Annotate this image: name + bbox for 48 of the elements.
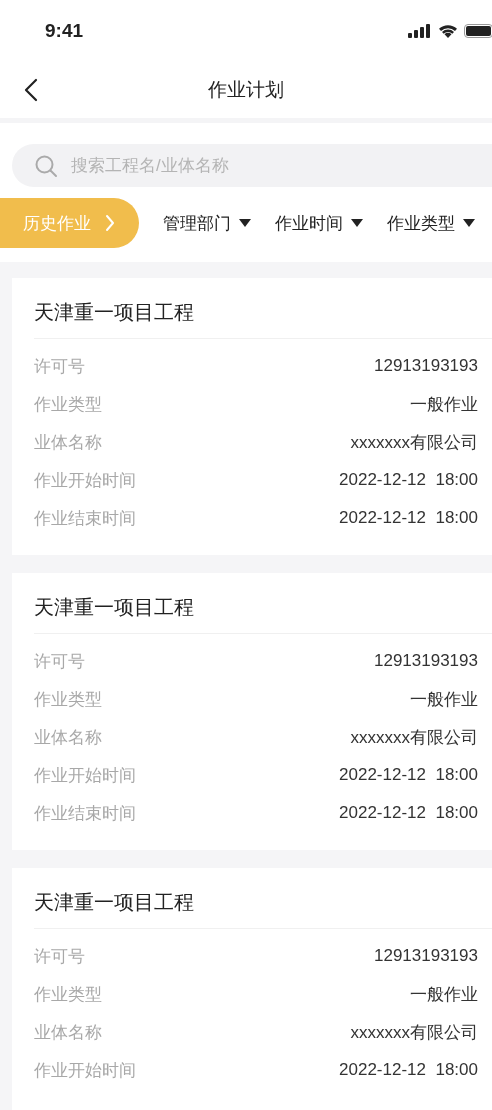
- filter-dropdown[interactable]: 管理部门: [163, 211, 251, 235]
- field-value: 一般作业: [410, 393, 478, 416]
- field-value: 2022-12-12 18:00: [339, 1060, 478, 1080]
- record-card[interactable]: 天津重一项目工程 许可号 12913193193 作业类型 一般作业 业体名称 xxxxxxx有限公司 作业开始时间 2022-12-12 18:00 作业结束时间 2022-12-12 18:00: [12, 278, 492, 555]
- field-label: 作业开始时间: [34, 469, 136, 492]
- record-card[interactable]: 天津重一项目工程 许可号 12913193193 作业类型 一般作业 业体名称 xxxxxxx有限公司 作业开始时间 2022-12-12 18:00 作业结束时间 2022-12-12 18:00: [12, 573, 492, 850]
- card-title: 天津重一项目工程: [34, 595, 195, 620]
- caret-icon: [463, 219, 475, 227]
- field-label: 许可号: [34, 945, 85, 968]
- field-value: 一般作业: [410, 983, 478, 1006]
- status-time: 9:41: [45, 20, 84, 42]
- signal-icon: [408, 24, 432, 38]
- field-label: 作业结束时间: [34, 507, 136, 530]
- field-label: 许可号: [34, 355, 85, 378]
- search-icon: [34, 154, 58, 178]
- field-label: 作业开始时间: [34, 1059, 136, 1082]
- field-label: 作业开始时间: [34, 764, 136, 787]
- caret-icon: [239, 219, 251, 227]
- field-value: xxxxxxx有限公司: [350, 431, 478, 454]
- field-value: xxxxxxx有限公司: [350, 726, 478, 749]
- card-title: 天津重一项目工程: [34, 890, 195, 915]
- field-value: 12913193193: [374, 356, 478, 376]
- field-label: 作业类型: [34, 983, 102, 1006]
- field-value: 2022-12-12 18:00: [339, 508, 478, 528]
- caret-icon: [351, 219, 363, 227]
- chevron-icon: [105, 214, 115, 232]
- page-title: 作业计划: [208, 78, 284, 102]
- field-value: 2022-12-12 18:00: [339, 470, 478, 490]
- field-value: 12913193193: [374, 946, 478, 966]
- filter-dropdown[interactable]: 作业类型: [387, 211, 475, 235]
- record-card[interactable]: 天津重一项目工程 许可号 12913193193 作业类型 一般作业 业体名称 xxxxxxx有限公司 作业开始时间 2022-12-12 18:00: [12, 868, 492, 1110]
- search-field[interactable]: 搜索工程名/业体名称: [12, 144, 492, 187]
- field-label: 业体名称: [34, 726, 102, 749]
- battery-icon: [464, 24, 492, 38]
- field-label: 作业结束时间: [34, 802, 136, 825]
- field-label: 业体名称: [34, 431, 102, 454]
- field-label: 许可号: [34, 650, 85, 673]
- field-value: 12913193193: [374, 651, 478, 671]
- field-label: 业体名称: [34, 1021, 102, 1044]
- wifi-icon: [438, 24, 458, 38]
- field-label: 作业类型: [34, 393, 102, 416]
- field-value: 2022-12-12 18:00: [339, 765, 478, 785]
- card-title: 天津重一项目工程: [34, 300, 195, 325]
- field-label: 作业类型: [34, 688, 102, 711]
- field-value: 一般作业: [410, 688, 478, 711]
- filter-dropdown[interactable]: 作业时间: [275, 211, 363, 235]
- field-value: xxxxxxx有限公司: [350, 1021, 478, 1044]
- field-value: 2022-12-12 18:00: [339, 803, 478, 823]
